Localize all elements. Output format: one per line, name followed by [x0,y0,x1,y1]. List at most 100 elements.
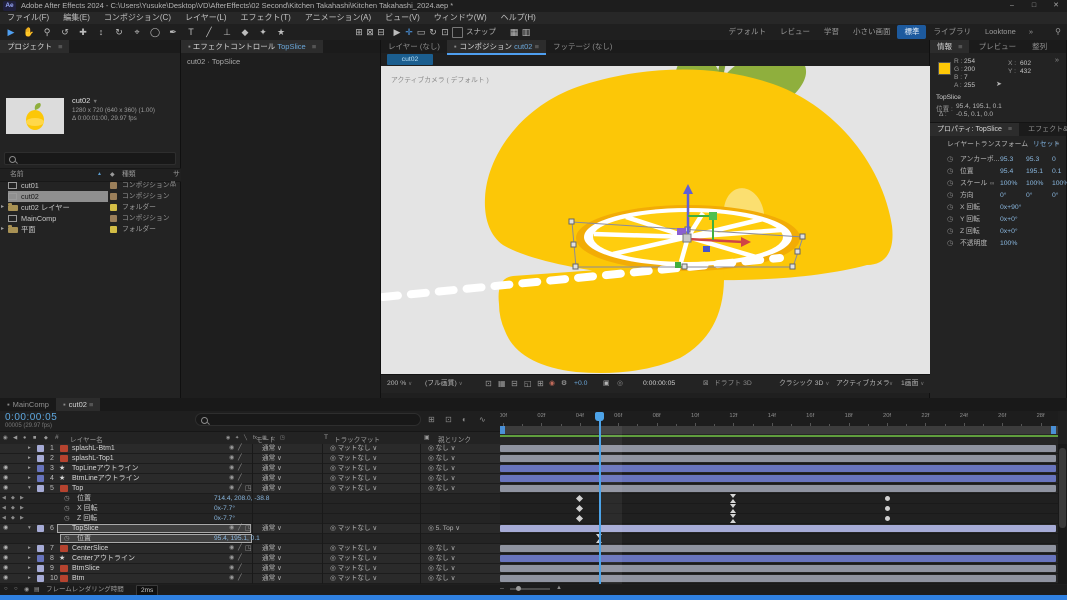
property-value[interactable]: 100% [1026,178,1043,190]
show-channels-icon[interactable]: ◉ [549,375,555,393]
project-item-name[interactable]: MainComp [21,213,56,224]
panel-menu-icon[interactable]: ≡ [958,42,962,51]
panel-menu-icon[interactable]: ≡ [532,42,538,51]
twirl-arrow-icon[interactable]: ▸ [28,574,31,583]
property-value[interactable]: 195.1 [1026,166,1043,178]
label-column-icon[interactable]: ◆ [44,435,48,441]
draft-3d-icon[interactable]: ⊡ [445,413,452,426]
layer-duration-bar[interactable] [500,475,1056,482]
timeline-layer-row[interactable]: ◉▸10Btm◉╱通常 ∨◎ マットなし ∨◎ なし ∨ [0,574,500,584]
property-value[interactable]: 0x+90° [1000,202,1021,214]
menu-item-6[interactable]: ビュー(V) [378,12,427,24]
stopwatch-icon[interactable]: ◷ [947,154,953,166]
eye-toggle-icon[interactable]: ◉ [3,484,8,493]
property-name[interactable]: 位置 [77,534,91,543]
parent-link-select[interactable]: ◎ なし ∨ [428,484,455,493]
twirl-arrow-icon[interactable]: ▸ [28,444,31,453]
quality-switch-icon[interactable]: ◉ [229,544,234,553]
timeline-graph-row[interactable] [500,564,1058,574]
timeline-property-row[interactable]: ◀◆▶◷位置714.4, 208.0, -38.8 [0,494,500,504]
menu-item-7[interactable]: ウィンドウ(W) [427,12,494,24]
3d-layer-switch-icon[interactable]: ◳ [245,524,252,533]
zoom-out-icon[interactable]: – [500,585,504,592]
link-icon[interactable]: ∞ [990,178,994,190]
stopwatch-icon[interactable]: ◷ [64,494,70,503]
tab-effects[interactable]: エフェクト& [1021,123,1067,136]
video-column-icon[interactable]: ◉ [3,435,8,441]
pan-camera-tool-icon[interactable]: ✚ [74,24,92,40]
timeline-layer-row[interactable]: ◉▾5Top◉╱◳通常 ∨◎ マットなし ∨◎ なし ∨ [0,484,500,494]
blend-mode-select[interactable]: 通常 ∨ [262,564,282,573]
layer-name[interactable]: TopLineアウトライン [72,464,139,473]
menu-item-1[interactable]: 編集(E) [56,12,97,24]
quality-switch-icon[interactable]: ◉ [229,524,234,533]
parent-link-select[interactable]: ◎ なし ∨ [428,574,455,583]
property-value[interactable]: 100% [1000,238,1017,250]
timeline-graph-row[interactable] [500,494,1058,504]
parent-link-select[interactable]: ◎ 5. Top ∨ [428,524,460,533]
property-value[interactable]: 0 [1052,154,1056,166]
effects-switch-icon[interactable]: ╱ [238,464,242,473]
layer-name[interactable]: Btm [72,574,84,583]
timeline-zoom-slider[interactable]: – ▲ [500,587,580,593]
project-search-input[interactable] [4,152,176,165]
guides-options-icon[interactable]: ◱ [524,375,532,393]
label-color-chip[interactable] [110,226,117,233]
lock-icon[interactable]: ▪ [454,42,457,51]
timeline-layer-row[interactable]: ◉▸8★Centerアウトライン◉╱通常 ∨◎ マットなし ∨◎ なし ∨ [0,554,500,564]
effects-switch-icon[interactable]: ╱ [238,444,242,453]
layer-name[interactable]: Top [72,484,83,493]
quality-switch-icon[interactable]: ◉ [229,564,234,573]
dolly-camera-tool-icon[interactable]: ↕ [92,24,110,40]
timeline-graph-row[interactable] [500,574,1058,584]
quality-switch-icon[interactable]: ◉ [229,474,234,483]
mini-flowchart-icon[interactable]: ⊞ [428,413,435,426]
render-status-icon[interactable]: ○ [4,586,8,592]
panel-menu-icon[interactable]: ≡ [1008,126,1012,133]
blend-mode-select[interactable]: 通常 ∨ [262,574,282,583]
quality-switch-icon[interactable]: ◉ [229,574,234,583]
switch-column-icon[interactable]: ◉ [226,435,230,441]
workspace-1[interactable]: レビュー [773,25,817,39]
menu-item-5[interactable]: アニメーション(A) [298,12,378,24]
tab-align[interactable]: 整列 [1025,40,1054,53]
parent-link-select[interactable]: ◎ なし ∨ [428,444,455,453]
project-item-name[interactable]: cut02 レイヤー [21,202,70,213]
sort-ascending-icon[interactable]: ▲ [97,172,102,177]
layer-duration-bar[interactable] [500,485,1056,492]
next-keyframe-icon[interactable]: ▶ [20,504,24,513]
parent-column-header[interactable]: 親とリンク [438,434,471,444]
label-color-chip[interactable] [110,193,117,200]
minimize-button[interactable]: – [1001,0,1023,12]
timeline-graph-row[interactable] [500,524,1058,534]
stopwatch-icon[interactable]: ◷ [64,514,70,523]
shape-tool-icon[interactable]: ◯ [146,24,164,40]
solo-column-icon[interactable]: ● [23,435,26,441]
scrollbar-thumb[interactable] [1059,448,1066,528]
menu-item-3[interactable]: レイヤー(L) [178,12,234,24]
track-matte-select[interactable]: ◎ マットなし ∨ [330,524,377,533]
view-layout-select[interactable]: 1画面 ∨ [901,375,924,393]
menu-item-0[interactable]: ファイル(F) [0,12,56,24]
property-value[interactable]: 95.3 [1000,154,1013,166]
stopwatch-icon[interactable]: ◷ [64,534,70,543]
draft-3d-icon[interactable]: ⊠ [703,375,709,393]
layer-name-column-header[interactable]: レイヤー名 [70,434,103,444]
twirl-arrow-icon[interactable]: ▾ [28,484,31,493]
parent-link-select[interactable]: ◎ なし ∨ [428,474,455,483]
eraser-tool-icon[interactable]: ◆ [236,24,254,40]
eye-toggle-icon[interactable]: ◉ [3,474,8,483]
workspace-2[interactable]: 学習 [817,25,846,39]
keyframe-circle[interactable] [885,506,890,511]
panel-menu-icon[interactable]: ≡ [87,400,93,409]
layer-name[interactable]: CenterSlice [72,544,108,553]
property-value[interactable]: 95.3 [1026,154,1039,166]
project-item-name[interactable]: cut02 [21,191,39,202]
live-update-icon[interactable]: ◉ [24,586,29,593]
blend-mode-select[interactable]: 通常 ∨ [262,554,282,563]
timeline-graph-row[interactable] [500,444,1058,454]
work-area-start-handle[interactable] [500,426,505,434]
parent-link-select[interactable]: ◎ なし ∨ [428,554,455,563]
twirl-arrow-icon[interactable]: ▸ [28,454,31,463]
blend-mode-select[interactable]: 通常 ∨ [262,464,282,473]
